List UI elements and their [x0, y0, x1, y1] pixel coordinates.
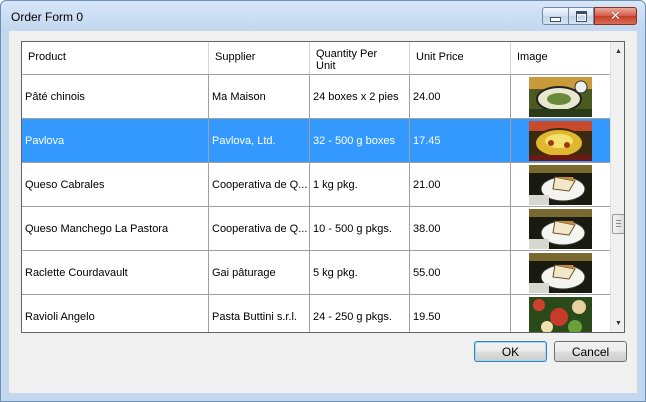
vertical-scrollbar[interactable]: ▲ ▼ — [610, 42, 624, 332]
close-button[interactable]: ✕ — [594, 7, 637, 25]
cell-image[interactable] — [511, 295, 610, 332]
products-grid[interactable]: Product Supplier Quantity Per Unit Unit … — [21, 41, 625, 333]
cell-supplier[interactable]: Cooperativa de Q... — [209, 163, 310, 206]
cell-product[interactable]: Pâté chinois — [22, 75, 209, 118]
cell-unit-price[interactable]: 21.00 — [410, 163, 511, 206]
cell-quantity[interactable]: 32 - 500 g boxes — [310, 119, 410, 162]
minimize-button[interactable] — [542, 7, 569, 25]
cell-supplier[interactable]: Ma Maison — [209, 75, 310, 118]
cell-quantity[interactable]: 5 kg pkg. — [310, 251, 410, 294]
cheese-photo-icon — [529, 253, 592, 293]
cell-quantity[interactable]: 1 kg pkg. — [310, 163, 410, 206]
cell-product[interactable]: Ravioli Angelo — [22, 295, 209, 332]
column-header-unit-price[interactable]: Unit Price — [410, 42, 511, 74]
cell-quantity[interactable]: 24 - 250 g pkgs. — [310, 295, 410, 332]
grip-icon — [616, 220, 621, 227]
arrow-down-icon: ▼ — [615, 319, 622, 327]
cell-unit-price[interactable]: 55.00 — [410, 251, 511, 294]
cell-unit-price[interactable]: 19.50 — [410, 295, 511, 332]
cell-unit-price[interactable]: 38.00 — [410, 207, 511, 250]
dialog-client-area: Product Supplier Quantity Per Unit Unit … — [9, 31, 637, 393]
dish-photo-icon — [529, 77, 592, 117]
cell-quantity[interactable]: 24 boxes x 2 pies — [310, 75, 410, 118]
cell-supplier[interactable]: Cooperativa de Q... — [209, 207, 310, 250]
order-form-window: Order Form 0 ✕ Product Supplier Quantity… — [0, 0, 646, 402]
title-bar[interactable]: Order Form 0 ✕ — [1, 1, 645, 31]
close-icon: ✕ — [610, 8, 621, 24]
cell-image[interactable] — [511, 75, 610, 118]
cell-unit-price[interactable]: 24.00 — [410, 75, 511, 118]
minimize-icon — [543, 8, 568, 24]
cell-product[interactable]: Queso Cabrales — [22, 163, 209, 206]
cell-image[interactable] — [511, 207, 610, 250]
cell-image[interactable] — [511, 163, 610, 206]
cell-supplier[interactable]: Gai pâturage — [209, 251, 310, 294]
table-row[interactable]: Ravioli Angelo Pasta Buttini s.r.l. 24 -… — [22, 295, 610, 332]
maximize-icon — [569, 8, 593, 24]
cell-unit-price[interactable]: 17.45 — [410, 119, 511, 162]
cell-image[interactable] — [511, 251, 610, 294]
table-row[interactable]: Queso Manchego La Pastora Cooperativa de… — [22, 207, 610, 251]
window-title: Order Form 0 — [11, 10, 84, 24]
arrow-up-icon: ▲ — [615, 47, 622, 55]
column-header-product[interactable]: Product — [22, 42, 209, 74]
scroll-down-button[interactable]: ▼ — [612, 315, 624, 331]
ok-button[interactable]: OK — [474, 341, 547, 362]
pasta-photo-icon — [529, 297, 592, 332]
maximize-button[interactable] — [568, 7, 594, 25]
cheese-photo-icon — [529, 165, 592, 205]
cell-supplier[interactable]: Pavlova, Ltd. — [209, 119, 310, 162]
column-header-supplier[interactable]: Supplier — [209, 42, 310, 74]
cell-product[interactable]: Pavlova — [22, 119, 209, 162]
dessert-photo-icon — [529, 121, 592, 161]
cancel-button[interactable]: Cancel — [554, 341, 627, 362]
cell-product[interactable]: Queso Manchego La Pastora — [22, 207, 209, 250]
scroll-thumb[interactable] — [612, 214, 624, 234]
scroll-up-button[interactable]: ▲ — [612, 43, 624, 59]
cell-product[interactable]: Raclette Courdavault — [22, 251, 209, 294]
table-row[interactable]: Pâté chinois Ma Maison 24 boxes x 2 pies… — [22, 75, 610, 119]
table-row-selected[interactable]: Pavlova Pavlova, Ltd. 32 - 500 g boxes 1… — [22, 119, 610, 163]
cheese-photo-icon — [529, 209, 592, 249]
column-header-image[interactable]: Image — [511, 42, 610, 74]
cell-image[interactable] — [511, 119, 610, 162]
table-row[interactable]: Queso Cabrales Cooperativa de Q... 1 kg … — [22, 163, 610, 207]
cell-supplier[interactable]: Pasta Buttini s.r.l. — [209, 295, 310, 332]
cell-quantity[interactable]: 10 - 500 g pkgs. — [310, 207, 410, 250]
grid-header: Product Supplier Quantity Per Unit Unit … — [22, 42, 610, 75]
column-header-quantity-per-unit[interactable]: Quantity Per Unit — [310, 42, 410, 74]
table-row[interactable]: Raclette Courdavault Gai pâturage 5 kg p… — [22, 251, 610, 295]
